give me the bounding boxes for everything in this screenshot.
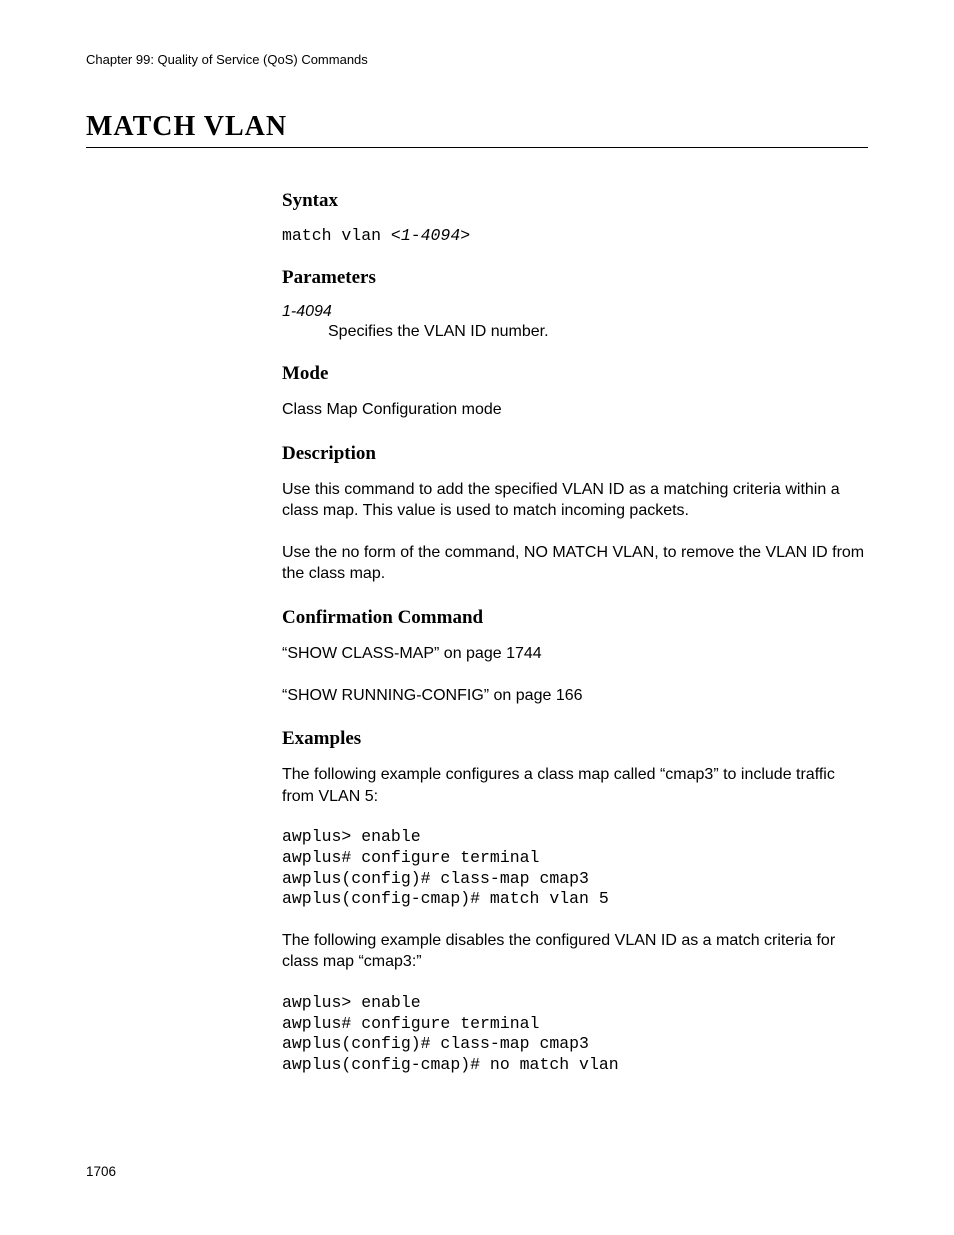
example-intro2: The following example disables the confi… <box>282 930 868 973</box>
confirmation-link1: “SHOW CLASS-MAP” on page 1744 <box>282 643 868 665</box>
chapter-header: Chapter 99: Quality of Service (QoS) Com… <box>86 52 868 67</box>
syntax-heading: Syntax <box>282 190 868 212</box>
example-code2: awplus> enable awplus# configure termina… <box>282 993 868 1076</box>
param-desc: Specifies the VLAN ID number. <box>328 323 868 341</box>
example-intro1: The following example configures a class… <box>282 764 868 807</box>
syntax-line: match vlan <1-4094> <box>282 226 868 245</box>
param-name: 1-4094 <box>282 303 868 321</box>
mode-heading: Mode <box>282 363 868 385</box>
description-p1: Use this command to add the specified VL… <box>282 479 868 522</box>
syntax-arg: 1-4094 <box>401 226 460 245</box>
description-heading: Description <box>282 443 868 465</box>
page-number: 1706 <box>86 1164 116 1179</box>
page-title: MATCH VLAN <box>86 111 868 148</box>
syntax-prefix: match vlan < <box>282 226 401 245</box>
description-p2: Use the no form of the command, NO MATCH… <box>282 542 868 585</box>
parameters-heading: Parameters <box>282 267 868 289</box>
examples-heading: Examples <box>282 728 868 750</box>
main-content: Syntax match vlan <1-4094> Parameters 1-… <box>282 190 868 1076</box>
syntax-suffix: > <box>460 226 470 245</box>
confirmation-heading: Confirmation Command <box>282 607 868 629</box>
confirmation-link2: “SHOW RUNNING-CONFIG” on page 166 <box>282 685 868 707</box>
example-code1: awplus> enable awplus# configure termina… <box>282 827 868 910</box>
mode-text: Class Map Configuration mode <box>282 399 868 421</box>
